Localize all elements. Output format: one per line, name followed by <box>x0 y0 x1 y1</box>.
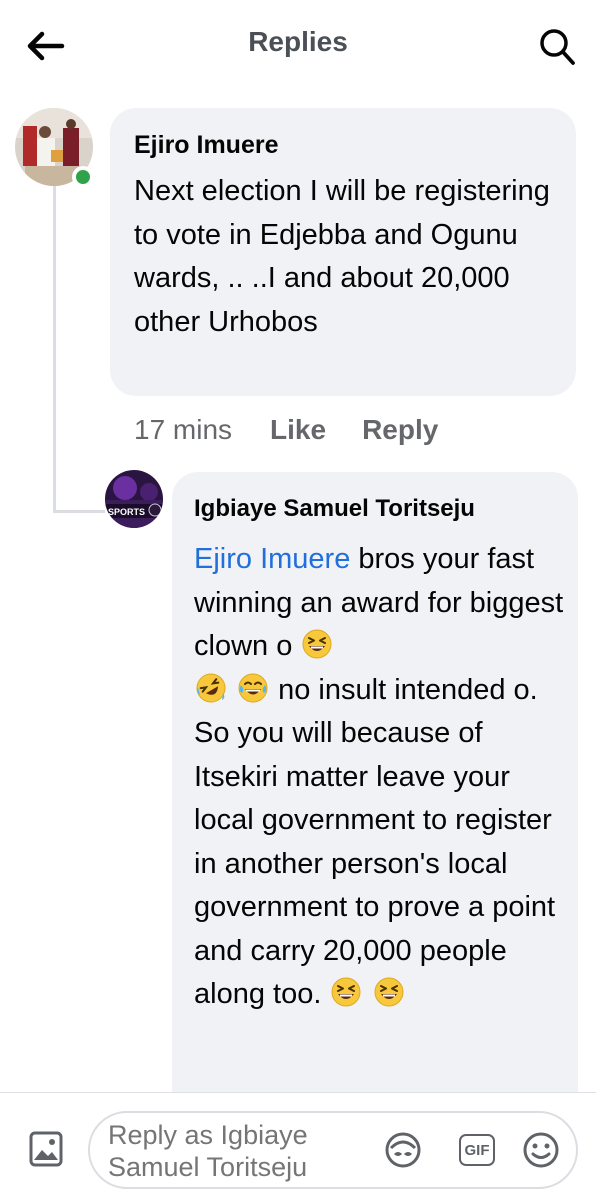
comment-text: Next election I will be registering to v… <box>134 175 550 338</box>
reply-button[interactable]: Reply <box>362 414 438 446</box>
rolling-laughing-emoji-icon <box>196 673 226 702</box>
thread-line-horizontal <box>53 510 105 513</box>
mention-link[interactable]: Ejiro Imuere <box>194 543 350 575</box>
search-button[interactable] <box>532 22 582 72</box>
smiley-icon <box>523 1132 559 1168</box>
reply-avatar[interactable]: SPORTS <box>105 470 163 528</box>
comment-author[interactable]: Ejiro Imuere <box>134 128 554 162</box>
reply-text: Ejiro Imuere bros your fast winning an a… <box>194 538 564 1017</box>
page-title: Replies <box>248 26 348 57</box>
replies-screen: Replies Ejiro Imuere Next election I wil… <box>0 0 596 1200</box>
online-status-indicator <box>72 166 94 188</box>
photo-icon <box>29 1131 63 1167</box>
top-bar: Replies <box>0 0 596 92</box>
avatar-sticker-button[interactable] <box>380 1127 426 1173</box>
emoji-button[interactable] <box>518 1127 564 1173</box>
avatar-photo: SPORTS <box>105 470 163 528</box>
reply-input-container: GIF <box>88 1111 578 1189</box>
search-icon <box>540 29 575 65</box>
gif-icon: GIF <box>459 1134 495 1166</box>
avatar-badge-text: SPORTS <box>108 507 145 517</box>
reply-text-part2: no insult intended o. <box>270 673 538 706</box>
thread-line-vertical <box>53 186 56 512</box>
tears-of-joy-emoji-icon <box>238 673 268 702</box>
reply-author[interactable]: Igbiaye Samuel Toritseju <box>194 492 564 526</box>
grinning-squint-emoji-icon <box>331 977 361 1007</box>
grinning-squint-emoji-icon <box>374 977 404 1007</box>
gif-button[interactable]: GIF <box>454 1127 500 1173</box>
like-button[interactable]: Like <box>270 414 326 446</box>
reply-composer: GIF <box>0 1092 596 1200</box>
reply-text-part3: So you will because of Itsekiri matter l… <box>194 717 556 1010</box>
comment-bubble: Ejiro Imuere Next election I will be reg… <box>110 108 576 396</box>
add-photo-button[interactable] <box>18 1123 74 1175</box>
avatar-sticker-icon <box>385 1132 421 1168</box>
comment-timestamp: 17 mins <box>134 414 233 445</box>
grinning-squint-emoji-icon <box>302 629 332 659</box>
reply-bubble: Igbiaye Samuel Toritseju Ejiro Imuere br… <box>172 472 578 1172</box>
reply-input[interactable] <box>108 1119 358 1187</box>
comment-actions: 17 mins Like Reply <box>134 410 474 450</box>
